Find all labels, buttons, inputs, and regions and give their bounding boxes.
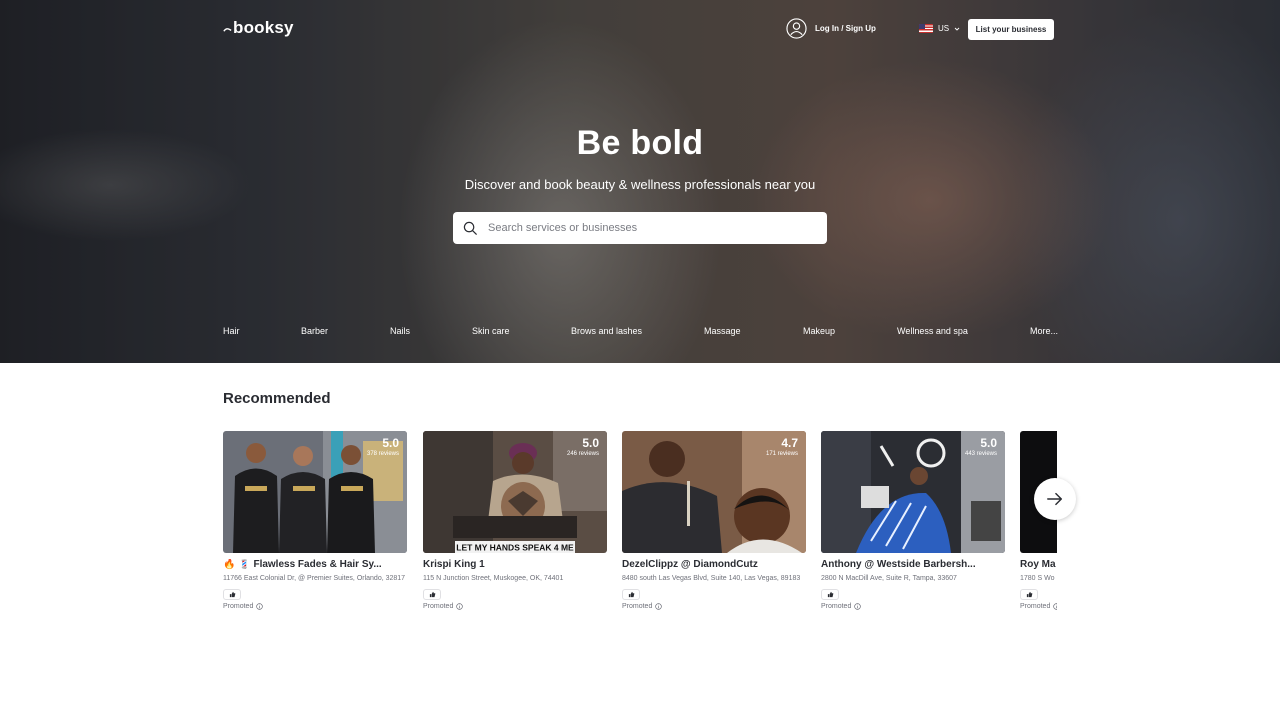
thumbs-up-badge [1020, 589, 1038, 600]
promoted-label: Promoted [821, 603, 1005, 610]
rating-score: 5.0 [980, 436, 997, 450]
promoted-label: Promoted [423, 603, 607, 610]
promoted-text: Promoted [622, 603, 653, 610]
locale-selector[interactable]: US [919, 24, 960, 33]
category-brows-and-lashes[interactable]: Brows and lashes [571, 326, 642, 336]
category-hair[interactable]: Hair [223, 326, 240, 336]
chevron-down-icon [954, 27, 960, 31]
search-input[interactable] [488, 222, 808, 234]
business-card[interactable]: 4.7 171 reviews DezelClippz @ DiamondCut… [622, 431, 806, 610]
category-nav: Hair Barber Nails Skin care Brows and la… [0, 326, 1280, 338]
thumbs-up-badge [821, 589, 839, 600]
logo-swoosh-icon [223, 27, 232, 32]
info-icon[interactable] [854, 603, 862, 610]
thumbs-up-icon [1026, 591, 1032, 598]
login-label: Log In / Sign Up [815, 24, 876, 33]
user-icon [786, 18, 807, 39]
rating-score: 5.0 [582, 436, 599, 450]
category-nails[interactable]: Nails [390, 326, 410, 336]
rating-badge: 4.7 171 reviews [766, 436, 798, 457]
thumb-caption: LET MY HANDS SPEAK 4 ME [456, 543, 574, 553]
logo-text: booksy [233, 18, 294, 37]
info-icon[interactable] [1053, 603, 1057, 610]
thumbs-up-icon [628, 591, 634, 598]
business-photo: LET MY HANDS SPEAK 4 ME 5.0 246 reviews [423, 431, 607, 553]
review-count: 378 reviews [366, 451, 399, 457]
info-icon[interactable] [456, 603, 464, 610]
business-photo: 5.0 443 reviews [821, 431, 1005, 553]
rating-score: 5.0 [382, 436, 399, 450]
business-card[interactable]: Roy Ma 1780 S Wo Promoted [1020, 431, 1057, 610]
hero-banner: booksy Log In / Sign Up US List your bus… [0, 0, 1280, 363]
business-address: 1780 S Wo [1020, 575, 1055, 582]
list-your-business-button[interactable]: List your business [968, 19, 1054, 40]
category-makeup[interactable]: Makeup [803, 326, 835, 336]
business-card[interactable]: 5.0 378 reviews 🔥 💈 Flawless Fades & Hai… [223, 431, 407, 610]
login-signup-link[interactable]: Log In / Sign Up [786, 18, 876, 39]
business-address: 8480 south Las Vegas Blvd, Suite 140, La… [622, 575, 801, 582]
thumbs-up-badge [223, 589, 241, 600]
thumbs-up-icon [827, 591, 833, 598]
promoted-text: Promoted [223, 603, 254, 610]
business-name[interactable]: 🔥 💈 Flawless Fades & Hair Sy... [223, 559, 407, 570]
search-bar[interactable] [453, 212, 827, 244]
thumbs-up-badge [622, 589, 640, 600]
category-more[interactable]: More... [1030, 326, 1058, 336]
hero-subtitle: Discover and book beauty & wellness prof… [464, 177, 816, 192]
us-flag-icon [919, 24, 933, 33]
thumbs-up-icon [229, 591, 235, 598]
rating-badge: 5.0 246 reviews [567, 436, 599, 457]
review-count: 246 reviews [566, 451, 599, 457]
business-address: 115 N Junction Street, Muskogee, OK, 744… [423, 575, 564, 582]
info-icon[interactable] [655, 603, 663, 610]
recommended-heading: Recommended [223, 390, 331, 407]
promoted-text: Promoted [1020, 603, 1051, 610]
review-count: 443 reviews [964, 451, 997, 457]
recommended-carousel: 5.0 378 reviews 🔥 💈 Flawless Fades & Hai… [223, 431, 1057, 641]
business-photo: 4.7 171 reviews [622, 431, 806, 553]
review-count: 171 reviews [765, 451, 798, 457]
business-photo: 5.0 378 reviews [223, 431, 407, 553]
thumbs-up-badge [423, 589, 441, 600]
category-barber[interactable]: Barber [301, 326, 328, 336]
search-icon [463, 221, 478, 235]
business-name[interactable]: Roy Ma [1020, 559, 1057, 570]
thumbs-up-icon [429, 591, 435, 598]
business-card[interactable]: 5.0 443 reviews Anthony @ Westside Barbe… [821, 431, 1005, 610]
promoted-text: Promoted [423, 603, 454, 610]
locale-label: US [938, 24, 950, 33]
hero-title: Be bold [576, 124, 704, 162]
business-name[interactable]: DezelClippz @ DiamondCutz [622, 559, 806, 570]
arrow-right-icon [1047, 492, 1063, 506]
rating-badge: 5.0 378 reviews [367, 436, 399, 457]
business-name[interactable]: Krispi King 1 [423, 559, 607, 570]
promoted-label: Promoted [1020, 603, 1057, 610]
business-address: 2800 N MacDill Ave, Suite R, Tampa, 3360… [821, 575, 957, 582]
rating-score: 4.7 [781, 436, 798, 450]
carousel-next-button[interactable] [1034, 478, 1076, 520]
category-skin-care[interactable]: Skin care [472, 326, 510, 336]
category-massage[interactable]: Massage [704, 326, 741, 336]
business-card[interactable]: LET MY HANDS SPEAK 4 ME 5.0 246 reviews … [423, 431, 607, 610]
category-wellness-and-spa[interactable]: Wellness and spa [897, 326, 968, 336]
promoted-label: Promoted [223, 603, 407, 610]
rating-badge: 5.0 443 reviews [965, 436, 997, 457]
info-icon[interactable] [256, 603, 264, 610]
promoted-label: Promoted [622, 603, 806, 610]
business-address: 11766 East Colonial Dr, @ Premier Suites… [223, 575, 406, 582]
booksy-logo[interactable]: booksy [223, 18, 294, 38]
business-name[interactable]: Anthony @ Westside Barbersh... [821, 559, 1005, 570]
promoted-text: Promoted [821, 603, 852, 610]
